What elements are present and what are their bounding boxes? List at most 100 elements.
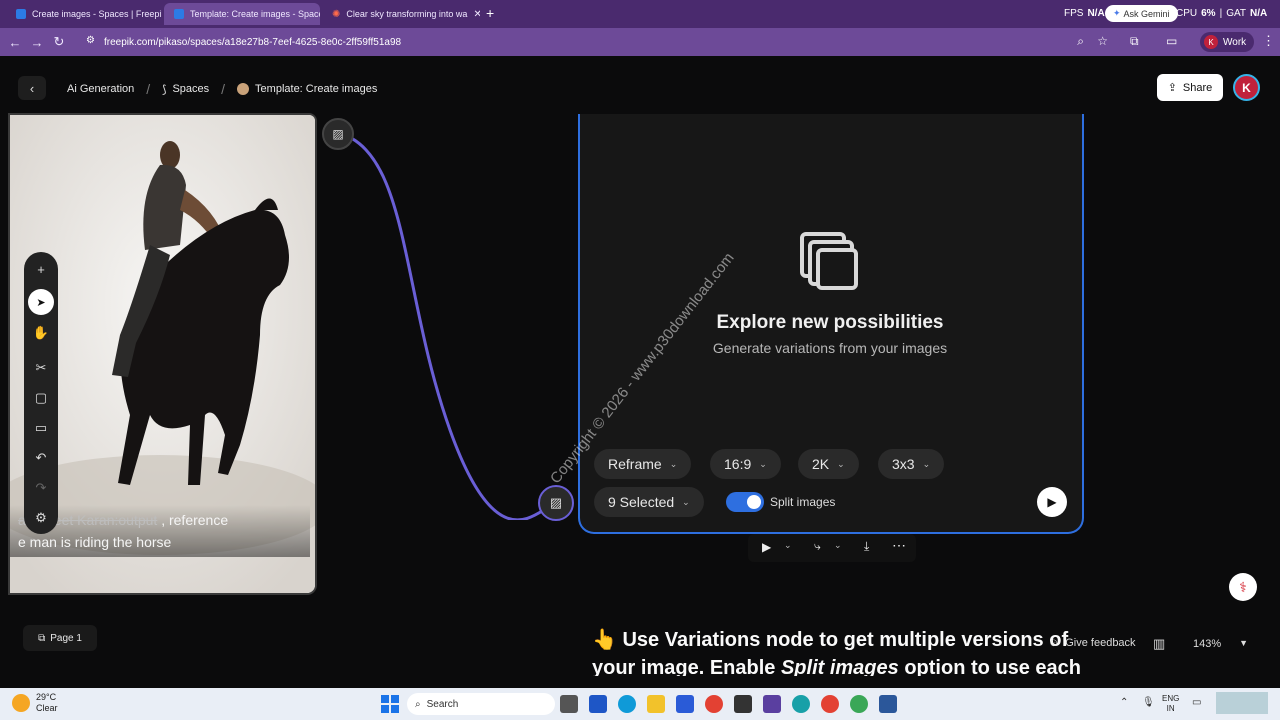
breadcrumb-template[interactable]: Template: Create images bbox=[255, 83, 377, 95]
forward-icon[interactable]: → bbox=[26, 35, 48, 50]
page-selector[interactable]: ⧉ Page 1 bbox=[23, 625, 97, 651]
note-line-2b: option to use each bbox=[898, 657, 1082, 676]
network-icon[interactable]: ▭ bbox=[1192, 697, 1201, 708]
system-overlay: FPS N/A bbox=[1064, 8, 1105, 19]
sticky-note-icon[interactable]: ▢ bbox=[24, 386, 58, 410]
tab-template[interactable]: Template: Create images - Spaces ✕ bbox=[164, 3, 320, 25]
url-text: freepik.com/pikaso/spaces/a18e27b8-7eef-… bbox=[104, 36, 402, 48]
tab-label: Template: Create images - Spaces bbox=[190, 9, 320, 19]
resolution-value: 2K bbox=[812, 456, 830, 472]
cpu-label: CPU bbox=[1176, 8, 1198, 19]
split-images-toggle[interactable] bbox=[726, 492, 764, 512]
headphones-icon[interactable] bbox=[763, 695, 781, 713]
canvas-toolbar: + ➤ ✋ ✂ ▢ ▭ ↶ ↷ ⚙ bbox=[24, 252, 58, 534]
user-avatar[interactable]: K bbox=[1233, 74, 1260, 101]
minimap-icon[interactable]: ▥ bbox=[1153, 636, 1165, 652]
image-icon: ▨ bbox=[549, 495, 563, 510]
redo-icon[interactable]: ↷ bbox=[24, 476, 58, 500]
chevron-down-icon[interactable]: ⌄ bbox=[834, 540, 842, 551]
select-tool[interactable]: ➤ bbox=[24, 289, 58, 315]
chrome-icon[interactable] bbox=[821, 695, 839, 713]
share-icon: ⇪ bbox=[1167, 82, 1177, 94]
tray-chevron-icon[interactable]: ⌃ bbox=[1120, 697, 1128, 708]
file-explorer-icon[interactable] bbox=[647, 695, 665, 713]
profile-chip[interactable]: K Work bbox=[1200, 32, 1255, 52]
split-view-icon[interactable]: ▭ bbox=[1166, 34, 1177, 48]
image-input-port[interactable]: ▨ bbox=[538, 485, 574, 521]
chevron-down-icon: ⌄ bbox=[922, 458, 931, 469]
extensions-icon[interactable]: ⧉ bbox=[1130, 34, 1139, 49]
back-icon[interactable]: ← bbox=[4, 35, 26, 50]
language-indicator[interactable]: ENG IN bbox=[1162, 694, 1179, 714]
weather-desc: Clear bbox=[36, 703, 58, 713]
system-stats: CPU 6% | GAT N/A bbox=[1176, 8, 1268, 19]
breadcrumb-spaces[interactable]: Spaces bbox=[172, 83, 209, 95]
windows-start-icon[interactable] bbox=[381, 695, 399, 713]
pointing-up-icon: 👆 bbox=[592, 629, 617, 651]
app-icon[interactable] bbox=[792, 695, 810, 713]
settings-icon[interactable]: ⚙ bbox=[24, 506, 58, 530]
profile-avatar: K bbox=[1204, 35, 1218, 49]
app-icon[interactable] bbox=[734, 695, 752, 713]
page-icon: ⧉ bbox=[38, 632, 46, 644]
scissors-icon[interactable]: ✂ bbox=[24, 356, 58, 380]
chrome-icon[interactable] bbox=[850, 695, 868, 713]
taskbar-search[interactable]: ⌕ Search bbox=[407, 693, 555, 715]
edge-icon[interactable] bbox=[618, 695, 636, 713]
chrome-icon[interactable] bbox=[705, 695, 723, 713]
store-icon[interactable] bbox=[676, 695, 694, 713]
play-icon[interactable]: ▶ bbox=[762, 540, 771, 554]
close-icon[interactable]: ✕ bbox=[473, 9, 480, 20]
undo-icon[interactable]: ↶ bbox=[24, 446, 58, 470]
more-icon[interactable]: ⋯ bbox=[892, 537, 906, 554]
ask-gemini-button[interactable]: ✦ Ask Gemini bbox=[1105, 5, 1178, 22]
comment-icon[interactable]: ▭ bbox=[24, 416, 58, 440]
fps-value: N/A bbox=[1087, 8, 1105, 19]
share-label: Share bbox=[1182, 81, 1213, 94]
pdf-icon[interactable]: ⚕ bbox=[1229, 573, 1257, 601]
hand-icon[interactable]: ✋ bbox=[24, 321, 58, 345]
selected-dropdown[interactable]: 9 Selected ⌄ bbox=[594, 487, 704, 517]
tab-clear-sky[interactable]: ✺ Clear sky transforming into wa ✕ bbox=[322, 3, 480, 25]
tab-create-images[interactable]: Create images - Spaces | Freepik ✕ bbox=[6, 3, 162, 25]
zoom-control[interactable]: 143% ▼ bbox=[1193, 638, 1248, 650]
breadcrumb: Ai Generation / ⟆ Spaces / Template: Cre… bbox=[67, 81, 378, 97]
back-button[interactable]: ‹ bbox=[18, 76, 46, 100]
add-icon[interactable]: + bbox=[24, 257, 58, 281]
clock-area[interactable] bbox=[1216, 692, 1268, 714]
aspect-ratio-dropdown[interactable]: 16:9 ⌄ bbox=[710, 449, 781, 479]
weather-widget[interactable]: 29°C Clear bbox=[12, 692, 58, 714]
resolution-dropdown[interactable]: 2K ⌄ bbox=[798, 449, 859, 479]
site-info-icon[interactable]: ⚙ bbox=[86, 35, 95, 46]
connect-icon[interactable]: ⤷ bbox=[814, 539, 821, 554]
chevron-down-icon: ▼ bbox=[1239, 638, 1249, 648]
run-node-button[interactable]: ▶ bbox=[1037, 487, 1067, 517]
note-line-1: Use Variations node to get multiple vers… bbox=[622, 629, 1069, 651]
download-icon[interactable]: ⤓ bbox=[864, 539, 869, 554]
address-bar[interactable]: ⚙ freepik.com/pikaso/spaces/a18e27b8-7ee… bbox=[80, 31, 1120, 53]
feedback-button[interactable]: ☺ Give feedback bbox=[1048, 637, 1136, 649]
app-icon[interactable] bbox=[589, 695, 607, 713]
microphone-icon[interactable]: 🎙 bbox=[1142, 697, 1155, 708]
page-label: Page 1 bbox=[50, 632, 82, 644]
zoom-icon[interactable]: ⌕ bbox=[1077, 34, 1084, 49]
grid-value: 3x3 bbox=[892, 456, 915, 472]
cursor-icon: ➤ bbox=[28, 289, 54, 315]
prompt-line-1: , reference bbox=[161, 512, 229, 528]
node-connection-wire bbox=[335, 130, 557, 520]
image-output-port[interactable]: ▨ bbox=[322, 118, 354, 150]
chevron-down-icon[interactable]: ⌄ bbox=[784, 540, 792, 551]
bookmark-star-icon[interactable]: ☆ bbox=[1097, 34, 1108, 48]
task-view-icon[interactable] bbox=[560, 695, 578, 713]
browser-menu-icon[interactable]: ⋮ bbox=[1262, 33, 1275, 49]
word-icon[interactable] bbox=[879, 695, 897, 713]
gat-label: GAT bbox=[1226, 8, 1247, 19]
reload-icon[interactable]: ↻ bbox=[48, 34, 70, 50]
breadcrumb-ai-generation[interactable]: Ai Generation bbox=[67, 83, 134, 95]
grid-dropdown[interactable]: 3x3 ⌄ bbox=[878, 449, 945, 479]
split-images-label: Split images bbox=[770, 495, 836, 509]
mode-dropdown[interactable]: Reframe ⌄ bbox=[594, 449, 692, 479]
new-tab-button[interactable]: + bbox=[486, 5, 494, 21]
share-button[interactable]: ⇪ Share bbox=[1157, 74, 1223, 101]
chevron-down-icon: ⌄ bbox=[669, 458, 678, 469]
